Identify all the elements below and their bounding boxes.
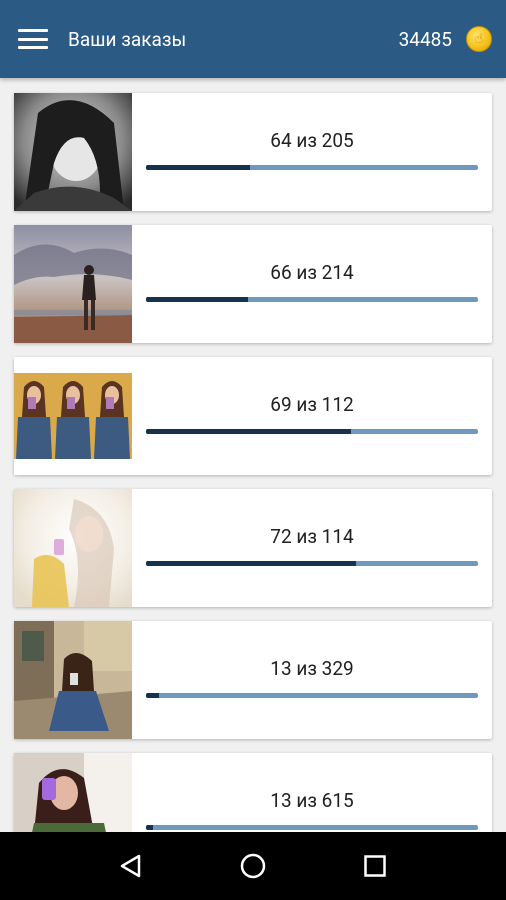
order-card-body: 64 из 205 [132, 93, 492, 211]
order-progress-bar [146, 825, 478, 830]
order-photo-thumbnail [14, 357, 132, 475]
order-progress-fill [146, 561, 356, 566]
order-progress-fill [146, 429, 351, 434]
home-circle-icon[interactable] [233, 846, 273, 886]
order-progress-fill [146, 165, 250, 170]
order-card-body: 69 из 112 [132, 357, 492, 475]
order-progress-fill [146, 825, 154, 830]
app-toolbar: Ваши заказы 34485 ☝ [0, 0, 506, 78]
order-photo-thumbnail [14, 489, 132, 607]
order-progress-count: 13 из 615 [270, 789, 354, 812]
coin-balance: 34485 [398, 27, 452, 51]
order-progress-count: 66 из 214 [270, 261, 354, 284]
order-photo-thumbnail [14, 225, 132, 343]
order-progress-bar [146, 165, 478, 170]
order-card-body: 13 из 615 [132, 753, 492, 832]
back-triangle-icon[interactable] [111, 846, 151, 886]
order-card-body: 72 из 114 [132, 489, 492, 607]
order-card-body: 13 из 329 [132, 621, 492, 739]
order-card[interactable]: 69 из 112 [14, 357, 492, 475]
order-card-body: 66 из 214 [132, 225, 492, 343]
order-card[interactable]: 64 из 205 [14, 93, 492, 211]
order-progress-fill [146, 693, 160, 698]
order-progress-bar [146, 297, 478, 302]
order-progress-bar [146, 429, 478, 434]
order-photo-thumbnail [14, 753, 132, 832]
order-progress-fill [146, 297, 249, 302]
recents-square-icon[interactable] [355, 846, 395, 886]
order-progress-count: 69 из 112 [270, 393, 354, 416]
order-card[interactable]: 13 из 329 [14, 621, 492, 739]
order-card[interactable]: 72 из 114 [14, 489, 492, 607]
system-navigation-bar [0, 832, 506, 900]
app-screen: Ваши заказы 34485 ☝ 64 из 205 66 из 214 … [0, 0, 506, 900]
coin-icon[interactable]: ☝ [466, 26, 492, 52]
order-progress-bar [146, 693, 478, 698]
hamburger-menu-icon[interactable] [18, 29, 48, 49]
order-progress-count: 72 из 114 [270, 525, 354, 548]
order-card[interactable]: 66 из 214 [14, 225, 492, 343]
order-photo-thumbnail [14, 93, 132, 211]
order-progress-count: 13 из 329 [270, 657, 354, 680]
orders-list[interactable]: 64 из 205 66 из 214 69 из 112 72 из 114 … [0, 78, 506, 832]
order-card[interactable]: 13 из 615 [14, 753, 492, 832]
order-progress-bar [146, 561, 478, 566]
order-photo-thumbnail [14, 621, 132, 739]
order-progress-count: 64 из 205 [270, 129, 354, 152]
page-title: Ваши заказы [68, 27, 187, 51]
